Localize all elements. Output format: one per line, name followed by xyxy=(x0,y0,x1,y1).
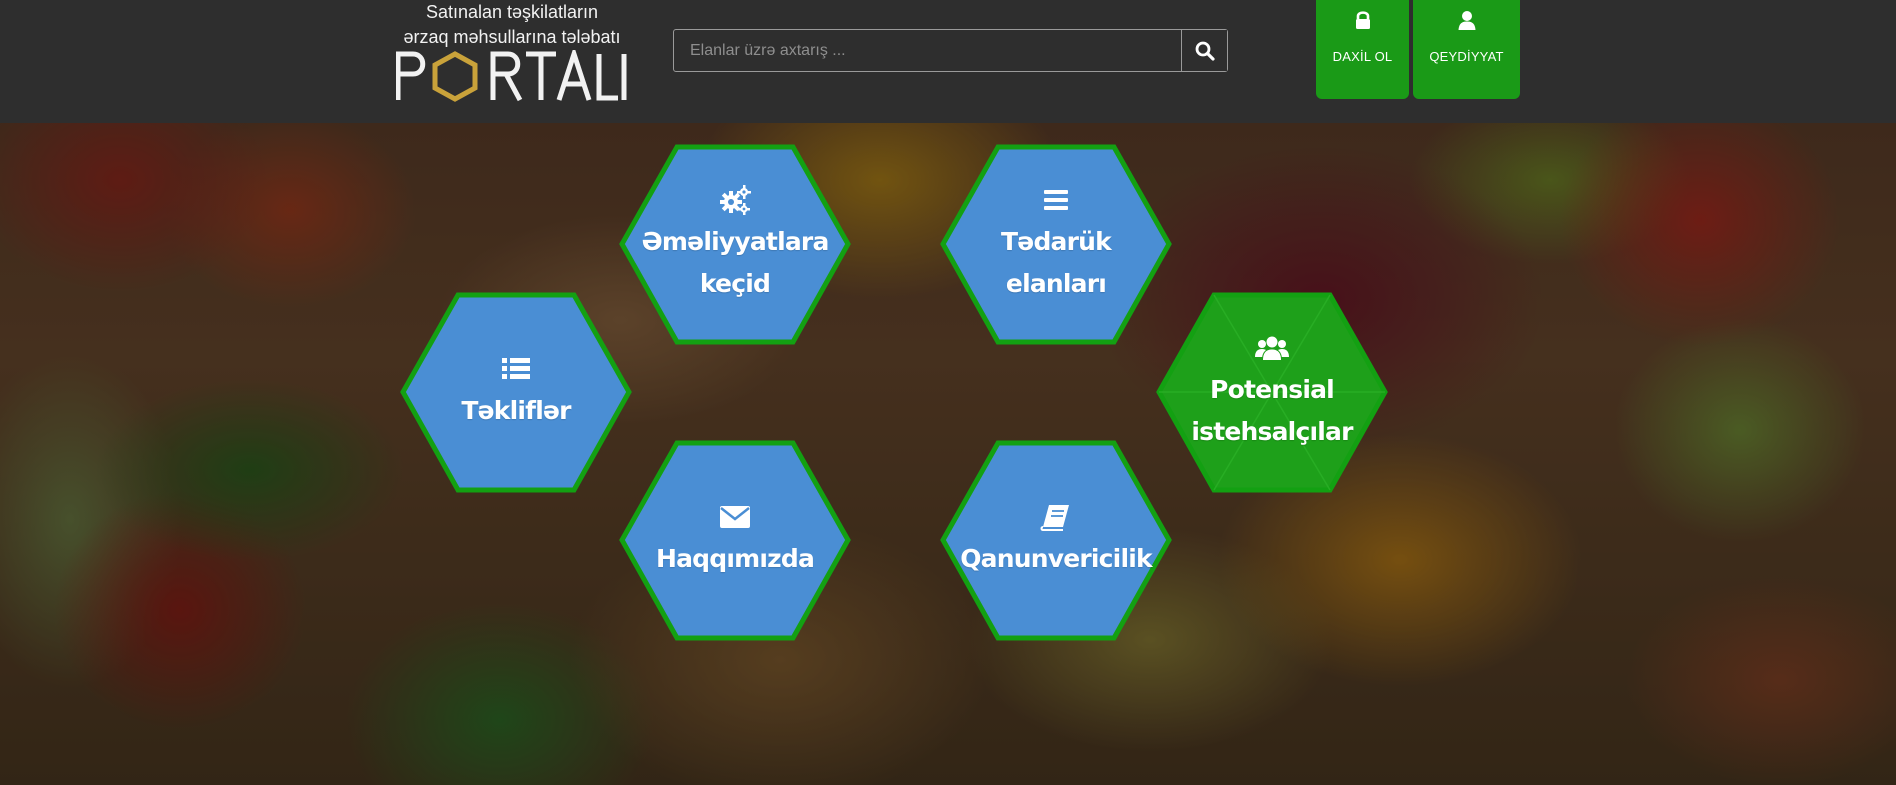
tile-label-line: Potensial xyxy=(1210,374,1335,404)
users-icon xyxy=(1255,336,1289,360)
search-input[interactable] xyxy=(674,30,1182,71)
search-button[interactable] xyxy=(1181,30,1227,71)
bars-icon xyxy=(1044,189,1068,210)
search-box xyxy=(673,29,1228,72)
tile-label-line: Əməliyyatlara xyxy=(641,226,829,256)
book-icon xyxy=(1040,504,1069,531)
brand-tagline-line2: ərzaq məhsullarına tələbatı xyxy=(403,27,621,47)
list-icon xyxy=(502,357,530,379)
tile-label-line: keçid xyxy=(699,268,771,298)
register-label: QEYDİYYAT xyxy=(1429,49,1504,64)
lock-icon xyxy=(1355,11,1370,29)
tile-offers[interactable]: Təkliflər xyxy=(400,292,632,493)
site-logo[interactable]: Satınalan təşkilatların ərzaq məhsulları… xyxy=(396,0,628,106)
tile-procurement-announcements[interactable]: Tədarük elanları xyxy=(940,144,1172,345)
envelope-icon xyxy=(720,505,750,528)
brand-tagline-line1: Satınalan təşkilatların xyxy=(425,2,599,22)
search-icon xyxy=(1195,41,1215,61)
login-label: DAXİL OL xyxy=(1332,49,1393,64)
tile-about-us[interactable]: Haqqımızda xyxy=(619,440,851,641)
tile-label-line: Haqqımızda xyxy=(655,543,815,573)
tile-potential-producers[interactable]: Potensial istehsalçılar xyxy=(1156,292,1388,493)
tile-operations[interactable]: Əməliyyatlara keçid xyxy=(619,144,851,345)
site-header: Satınalan təşkilatların ərzaq məhsulları… xyxy=(0,0,1896,123)
cogs-icon xyxy=(720,184,751,215)
user-icon xyxy=(1458,11,1475,30)
tile-legislation[interactable]: Qanunvericilik xyxy=(940,440,1172,641)
brand-wordmark xyxy=(396,50,627,102)
tile-label-line: Qanunvericilik xyxy=(960,543,1152,573)
login-button[interactable]: DAXİL OL xyxy=(1316,0,1409,99)
register-button[interactable]: QEYDİYYAT xyxy=(1413,0,1520,99)
tile-label-line: Tədarük elanları xyxy=(1001,226,1112,298)
tile-label-line: istehsalçılar xyxy=(1191,416,1353,446)
tile-label-line: Təkliflər xyxy=(461,395,571,425)
